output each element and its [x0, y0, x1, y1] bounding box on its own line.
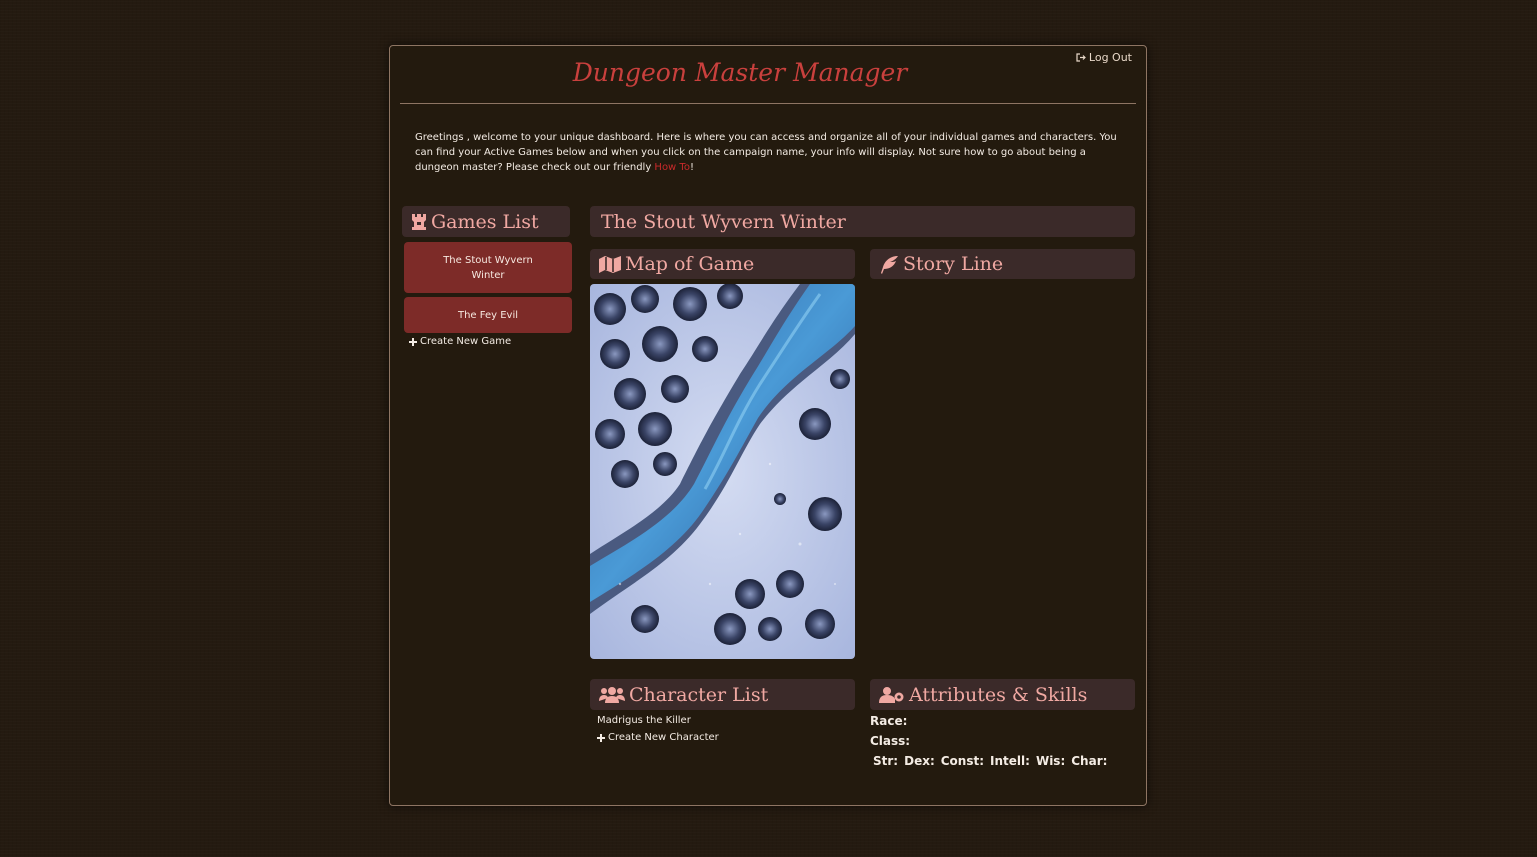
stat-char: Char:	[1071, 754, 1108, 768]
greeting-body: Greetings , welcome to your unique dashb…	[415, 132, 1117, 173]
header-divider	[400, 103, 1136, 104]
create-new-game-link[interactable]: Create New Game	[409, 336, 511, 347]
character-name: Madrigus the Killer	[597, 715, 691, 726]
character-item[interactable]: Madrigus the Killer	[597, 715, 691, 726]
greeting-end: !	[689, 162, 694, 173]
race-label: Race:	[870, 714, 908, 728]
user-cog-icon	[879, 687, 904, 703]
create-new-character-link[interactable]: Create New Character	[597, 732, 719, 743]
class-label: Class:	[870, 734, 911, 748]
game-map-image	[590, 284, 855, 659]
stat-dex: Dex:	[904, 754, 935, 768]
game-item-fey-evil[interactable]: The Fey Evil	[404, 297, 572, 333]
map-title: Map of Game	[625, 253, 755, 275]
stat-const: Const:	[940, 754, 985, 768]
games-list-header: Games List	[402, 206, 570, 237]
stat-wis: Wis:	[1035, 754, 1066, 768]
users-icon	[599, 687, 625, 703]
game-item-stout-wyvern-winter[interactable]: The Stout Wyvern Winter	[404, 242, 572, 293]
dashboard-panel: Log Out Dungeon Master Manager Greetings…	[389, 45, 1147, 806]
attributes-title: Attributes & Skills	[909, 683, 1088, 706]
plus-icon	[597, 733, 605, 742]
greeting-text: Greetings , welcome to your unique dashb…	[415, 130, 1123, 175]
stat-intell: Intell:	[990, 754, 1030, 768]
story-title: Story Line	[903, 253, 1004, 275]
character-list-title: Character List	[629, 683, 769, 706]
character-list-header: Character List	[590, 679, 855, 710]
plus-icon	[409, 337, 417, 346]
story-header: Story Line	[870, 249, 1135, 279]
campaign-title: The Stout Wyvern Winter	[601, 210, 846, 233]
game-item-label: The Fey Evil	[457, 309, 519, 321]
app-title: Dungeon Master Manager	[572, 58, 908, 87]
map-header: Map of Game	[590, 249, 855, 279]
stat-str: Str:	[873, 754, 899, 768]
attributes-header: Attributes & Skills	[870, 679, 1135, 710]
logout-label: Log Out	[1088, 51, 1132, 64]
stats-row: Str: Dex: Const: Intell: Wis: Char:	[873, 754, 1107, 768]
games-list-title: Games List	[431, 210, 539, 233]
rook-icon	[412, 214, 426, 230]
campaign-title-bar: The Stout Wyvern Winter	[590, 206, 1135, 237]
how-to-link[interactable]: How To	[654, 162, 690, 173]
create-new-game-label: Create New Game	[420, 336, 512, 347]
map-icon	[599, 255, 621, 273]
feather-icon	[881, 255, 898, 274]
create-new-character-label: Create New Character	[608, 732, 719, 743]
game-item-label: The Stout Wyvern Winter	[443, 254, 533, 281]
